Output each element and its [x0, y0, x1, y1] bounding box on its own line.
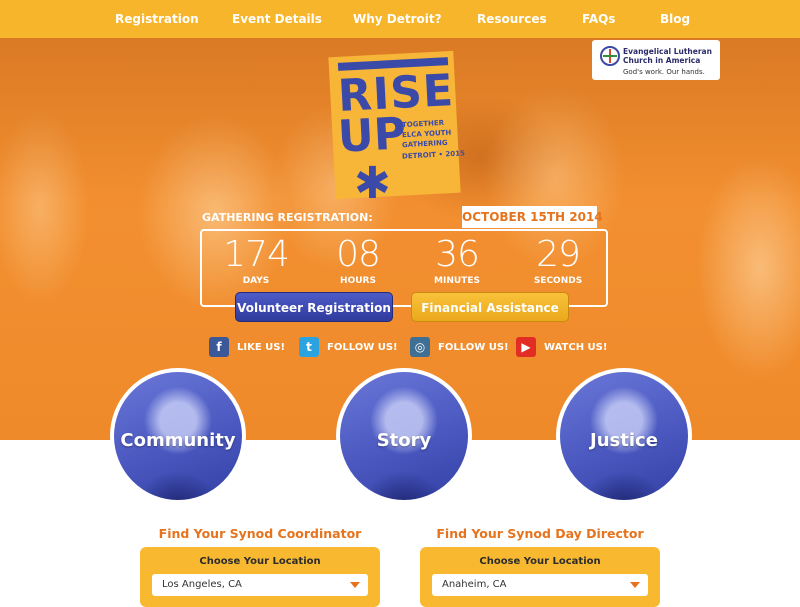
- synod-coordinator-card-title: Choose Your Location: [199, 556, 321, 567]
- top-nav: Registration Event Details Why Detroit? …: [0, 0, 800, 38]
- twitter-icon: t: [299, 337, 319, 357]
- community-circle[interactable]: Community: [110, 368, 246, 504]
- elca-name-line2: Church in America: [623, 56, 701, 65]
- justice-circle[interactable]: Justice: [556, 368, 692, 504]
- countdown-minutes-value: 36: [435, 234, 480, 275]
- nav-resources[interactable]: Resources: [477, 0, 547, 38]
- justice-label: Justice: [590, 430, 658, 451]
- countdown-seconds: 29 SECONDS: [514, 234, 602, 287]
- instagram-icon: ◎: [410, 337, 430, 357]
- facebook-icon: f: [209, 337, 229, 357]
- countdown-hours: 08 HOURS: [314, 234, 402, 287]
- logo-asterisk-icon: ✱: [354, 158, 391, 209]
- countdown-days-unit: DAYS: [242, 276, 270, 286]
- countdown-hours-value: 08: [336, 234, 381, 275]
- instagram-label: FOLLOW US!: [438, 341, 509, 353]
- community-label: Community: [120, 430, 236, 451]
- volunteer-registration-button[interactable]: Volunteer Registration: [235, 292, 393, 322]
- registration-date-badge: OCTOBER 15TH 2014: [462, 206, 603, 228]
- elca-tagline: God's work. Our hands.: [623, 68, 705, 76]
- nav-event-details[interactable]: Event Details: [232, 0, 322, 38]
- gathering-registration-label: GATHERING REGISTRATION:: [202, 211, 373, 224]
- twitter-label: FOLLOW US!: [327, 341, 398, 353]
- story-label: Story: [376, 430, 432, 451]
- countdown-minutes: 36 MINUTES: [413, 234, 501, 287]
- countdown-seconds-unit: SECONDS: [533, 276, 583, 286]
- elca-name-line1: Evangelical Lutheran: [623, 47, 712, 56]
- nav-why-detroit[interactable]: Why Detroit?: [353, 0, 442, 38]
- nav-registration[interactable]: Registration: [115, 0, 199, 38]
- youtube-label: WATCH US!: [544, 341, 608, 353]
- synod-coordinator-title: Find Your Synod Coordinator: [158, 526, 362, 541]
- countdown-minutes-unit: MINUTES: [434, 276, 480, 286]
- countdown-hours-unit: HOURS: [340, 276, 376, 286]
- elca-logo[interactable]: Evangelical Lutheran Church in America G…: [592, 40, 720, 80]
- facebook-label: LIKE US!: [237, 341, 286, 353]
- youtube-link[interactable]: ▶ WATCH US!: [516, 337, 607, 357]
- synod-director-title: Find Your Synod Day Director: [436, 526, 644, 541]
- elca-seal-icon: [600, 46, 620, 66]
- rise-up-logo: RISE UP TOGETHER ELCA YOUTH GATHERING DE…: [328, 50, 465, 209]
- synod-coordinator-location-select[interactable]: Los Angeles, CA: [152, 574, 368, 596]
- countdown-seconds-value: 29: [536, 234, 581, 275]
- instagram-link[interactable]: ◎ FOLLOW US!: [410, 337, 509, 357]
- synod-director-location-select[interactable]: Anaheim, CA: [432, 574, 648, 596]
- synod-coordinator-location-value: Los Angeles, CA: [162, 579, 242, 590]
- countdown-days-value: 174: [223, 234, 290, 275]
- logo-up-text: UP: [336, 108, 408, 163]
- nav-faqs[interactable]: FAQs: [582, 0, 615, 38]
- synod-director-location-value: Anaheim, CA: [442, 579, 507, 590]
- twitter-link[interactable]: t FOLLOW US!: [299, 337, 398, 357]
- nav-blog[interactable]: Blog: [660, 0, 690, 38]
- facebook-link[interactable]: f LIKE US!: [209, 337, 285, 357]
- chevron-down-icon: [350, 582, 360, 588]
- financial-assistance-button[interactable]: Financial Assistance: [411, 292, 569, 322]
- synod-director-card-title: Choose Your Location: [479, 556, 601, 567]
- story-circle[interactable]: Story: [336, 368, 472, 504]
- youtube-icon: ▶: [516, 337, 536, 357]
- countdown-days: 174 DAYS: [212, 234, 300, 287]
- chevron-down-icon: [630, 582, 640, 588]
